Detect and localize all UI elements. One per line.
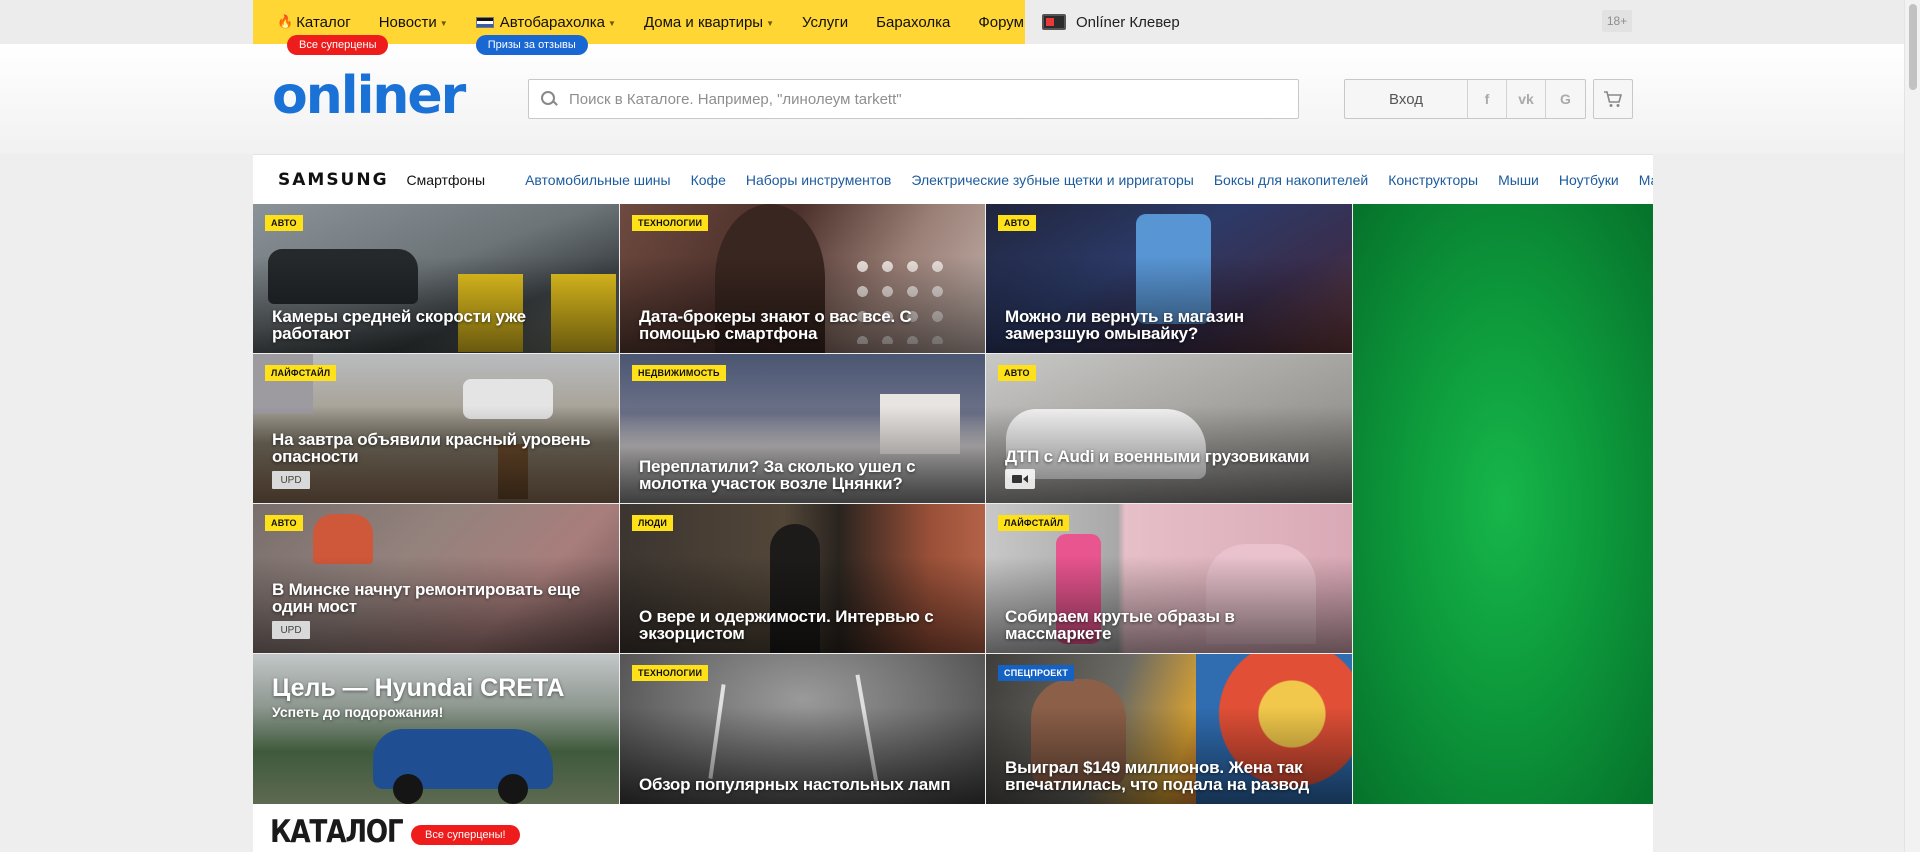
login-button[interactable]: Вход — [1345, 80, 1468, 118]
vk-icon[interactable]: vk — [1507, 80, 1546, 118]
hyundai-ad-tile[interactable]: Цель — Hyundai CRETA Успеть до подорожан… — [253, 654, 619, 804]
chevron-down-icon: ▼ — [608, 18, 616, 28]
category-label: Технологии — [632, 665, 709, 681]
nav-item-news[interactable]: Новости ▼ — [379, 0, 448, 44]
category-link[interactable]: Ноутбуки — [1559, 172, 1619, 188]
news-title: Дата-брокеры знают о вас все. С помощью … — [639, 307, 912, 343]
category-label: Авто — [265, 515, 303, 531]
news-title: В Минске начнут ремонтировать еще один м… — [272, 580, 581, 616]
news-tile[interactable]: Авто Можно ли вернуть в магазин замерзшу… — [986, 204, 1352, 353]
news-title: На завтра объявили красный уровень опасн… — [272, 430, 591, 466]
category-label: Спецпроект — [998, 665, 1075, 681]
news-tile[interactable]: Технологии Обзор популярных настольных л… — [620, 654, 985, 804]
category-label: Авто — [998, 215, 1036, 231]
google-icon[interactable]: G — [1546, 80, 1585, 118]
scrollbar-thumb[interactable] — [1909, 4, 1917, 90]
news-title: ДТП с Audi и военными грузовиками — [1005, 447, 1310, 466]
video-icon — [1005, 469, 1035, 489]
news-tile[interactable]: Спецпроект Выиграл $149 миллионов. Жена … — [986, 654, 1352, 804]
nav-item-services[interactable]: Услуги — [802, 0, 848, 44]
search-box[interactable] — [528, 79, 1299, 119]
sidebar-banner-ad[interactable] — [1353, 204, 1653, 804]
news-title: Переплатили? За сколько ушел с молотка у… — [639, 457, 916, 493]
page-scrollbar[interactable] — [1904, 0, 1920, 852]
nav-item-label: Каталог — [296, 13, 351, 31]
category-label: Лайфстайл — [998, 515, 1070, 531]
category-link[interactable]: Электрические зубные щетки и ирригаторы — [911, 172, 1193, 188]
samsung-logo[interactable]: SAMSUNG — [278, 170, 389, 190]
upd-badge: UPD — [272, 471, 310, 489]
nav-item-forum[interactable]: Форум — [978, 0, 1024, 44]
klever-link[interactable]: Onlíner Клевер — [1042, 0, 1180, 44]
category-label: Авто — [265, 215, 303, 231]
category-label: Недвижимость — [632, 365, 726, 381]
catalog-heading[interactable]: КАТАЛОГ — [270, 814, 404, 850]
flag-icon — [475, 16, 494, 28]
news-tile[interactable]: Лайфстайл На завтра объявили красный уро… — [253, 354, 619, 503]
news-tile[interactable]: Лайфстайл Собираем крутые образы в массм… — [986, 504, 1352, 653]
nav-item-autobaraholka[interactable]: Автобарахолка ▼ Призы за отзывы — [475, 0, 616, 55]
promo-category-bar: SAMSUNG Смартфоны Автомобильные шины Коф… — [253, 154, 1653, 204]
onliner-logo[interactable]: onliner — [272, 66, 466, 126]
category-link[interactable]: Автомобильные шины — [525, 172, 671, 188]
fire-icon: 🔥 — [277, 14, 294, 29]
catalog-section: КАТАЛОГ Все суперцены! — [253, 804, 1653, 852]
news-tile[interactable]: Авто ДТП с Audi и военными грузовиками — [986, 354, 1352, 503]
search-input[interactable] — [569, 90, 1298, 108]
nav-item-label: Автобарахолка — [499, 13, 606, 31]
ad-title: Цель — Hyundai CRETA — [272, 674, 565, 702]
catalog-superprice-badge[interactable]: Все суперцены! — [411, 825, 520, 845]
category-link[interactable]: Наборы инструментов — [746, 172, 892, 188]
upd-badge: UPD — [272, 621, 310, 639]
top-bar: 🔥 Каталог Все суперцены Новости ▼ Автоба… — [0, 0, 1920, 55]
category-link[interactable]: Кофе — [691, 172, 726, 188]
news-title: Можно ли вернуть в магазин замерзшую омы… — [1005, 307, 1244, 343]
facebook-icon[interactable]: f — [1468, 80, 1507, 118]
nav-item-label: Форум — [978, 13, 1024, 31]
top-nav: 🔥 Каталог Все суперцены Новости ▼ Автоба… — [253, 0, 1052, 55]
news-tile[interactable]: Люди О вере и одержимости. Интервью с эк… — [620, 504, 985, 653]
category-label: Технологии — [632, 215, 709, 231]
cart-icon — [1604, 91, 1623, 107]
nav-item-baraholka[interactable]: Барахолка — [876, 0, 950, 44]
nav-item-catalog[interactable]: 🔥 Каталог Все суперцены — [277, 0, 389, 55]
news-title: Выиграл $149 миллионов. Жена так впечатл… — [1005, 758, 1310, 794]
ad-subtitle: Успеть до подорожания! — [272, 704, 444, 720]
nav-item-label: Новости — [378, 13, 437, 31]
category-label: Лайфстайл — [265, 365, 337, 381]
reviews-prize-badge[interactable]: Призы за отзывы — [475, 35, 588, 55]
news-tile[interactable]: Авто В Минске начнут ремонтировать еще о… — [253, 504, 619, 653]
brand-category-link[interactable]: Смартфоны — [407, 172, 486, 188]
klever-label: Onlíner Клевер — [1076, 13, 1180, 31]
chevron-down-icon: ▼ — [439, 18, 448, 28]
category-label: Люди — [632, 515, 674, 531]
nav-item-realty[interactable]: Дома и квартиры ▼ — [644, 0, 774, 44]
category-label: Авто — [998, 365, 1036, 381]
news-title: Обзор популярных настольных ламп — [639, 775, 951, 794]
chevron-down-icon: ▼ — [766, 18, 774, 28]
category-link[interactable]: Мыши — [1498, 172, 1539, 188]
news-tile[interactable]: Авто Камеры средней скорости уже работаю… — [253, 204, 619, 353]
klever-icon — [1042, 14, 1066, 30]
header: onliner Вход f vk G — [0, 44, 1920, 154]
cart-button[interactable] — [1593, 79, 1633, 119]
category-link[interactable]: Масс — [1639, 172, 1653, 188]
nav-item-label: Барахолка — [876, 13, 951, 31]
news-tile[interactable]: Недвижимость Переплатили? За сколько уше… — [620, 354, 985, 503]
news-title: Собираем крутые образы в массмаркете — [1005, 607, 1235, 643]
nav-item-label: Дома и квартиры — [643, 13, 764, 31]
auth-panel: Вход f vk G — [1344, 79, 1586, 119]
nav-item-label: Услуги — [802, 13, 849, 31]
catalog-superprice-badge[interactable]: Все суперцены — [287, 35, 389, 55]
news-grid: Авто Камеры средней скорости уже работаю… — [253, 204, 1353, 804]
news-title: О вере и одержимости. Интервью с экзорци… — [639, 607, 934, 643]
category-link[interactable]: Конструкторы — [1388, 172, 1478, 188]
search-icon — [541, 91, 557, 107]
news-tile[interactable]: Технологии Дата-брокеры знают о вас все.… — [620, 204, 985, 353]
age-rating-badge: 18+ — [1602, 10, 1632, 32]
category-link[interactable]: Боксы для накопителей — [1214, 172, 1368, 188]
news-title: Камеры средней скорости уже работают — [272, 307, 526, 343]
